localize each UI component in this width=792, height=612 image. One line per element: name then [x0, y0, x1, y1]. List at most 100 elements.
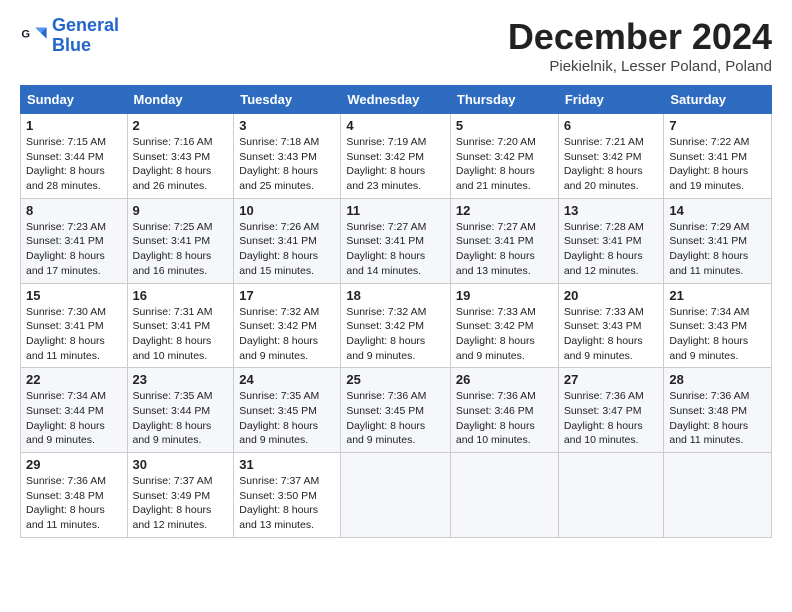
- day-detail: Sunrise: 7:16 AMSunset: 3:43 PMDaylight:…: [133, 136, 213, 192]
- calendar-cell: 16Sunrise: 7:31 AMSunset: 3:41 PMDayligh…: [127, 283, 234, 368]
- calendar-cell: 17 Sunrise: 7:32 AMSunset: 3:42 PMDayligh…: [234, 283, 341, 368]
- calendar-cell: 4 Sunrise: 7:19 AMSunset: 3:42 PMDaylight…: [341, 114, 451, 199]
- calendar-cell: 12 Sunrise: 7:27 AMSunset: 3:41 PMDayligh…: [450, 198, 558, 283]
- day-detail: Sunrise: 7:31 AMSunset: 3:41 PMDaylight:…: [133, 306, 213, 362]
- day-number: 8: [26, 203, 122, 218]
- calendar-cell: 22 Sunrise: 7:34 AMSunset: 3:44 PMDayligh…: [21, 368, 128, 453]
- calendar-week-3: 15 Sunrise: 7:30 AMSunset: 3:41 PMDayligh…: [21, 283, 772, 368]
- calendar-table: SundayMondayTuesdayWednesdayThursdayFrid…: [20, 85, 772, 538]
- calendar-cell: 23Sunrise: 7:35 AMSunset: 3:44 PMDayligh…: [127, 368, 234, 453]
- calendar-cell: 30Sunrise: 7:37 AMSunset: 3:49 PMDayligh…: [127, 453, 234, 538]
- calendar-week-4: 22 Sunrise: 7:34 AMSunset: 3:44 PMDayligh…: [21, 368, 772, 453]
- header: G General Blue December 2024 Piekielnik,…: [20, 16, 772, 75]
- calendar-cell: 3Sunrise: 7:18 AMSunset: 3:43 PMDaylight…: [234, 114, 341, 199]
- location-title: Piekielnik, Lesser Poland, Poland: [508, 58, 772, 75]
- logo-line2: Blue: [52, 36, 119, 56]
- day-detail: Sunrise: 7:28 AMSunset: 3:41 PMDaylight:…: [564, 221, 644, 277]
- day-number: 18: [346, 288, 445, 303]
- day-detail: Sunrise: 7:26 AMSunset: 3:41 PMDaylight:…: [239, 221, 319, 277]
- day-number: 9: [133, 203, 229, 218]
- calendar-header-tuesday: Tuesday: [234, 86, 341, 114]
- day-detail: Sunrise: 7:36 AMSunset: 3:48 PMDaylight:…: [669, 390, 749, 446]
- day-number: 15: [26, 288, 122, 303]
- calendar-cell: 11 Sunrise: 7:27 AMSunset: 3:41 PMDayligh…: [341, 198, 451, 283]
- day-number: 31: [239, 457, 335, 472]
- calendar-header-saturday: Saturday: [664, 86, 772, 114]
- calendar-week-2: 8Sunrise: 7:23 AMSunset: 3:41 PMDaylight…: [21, 198, 772, 283]
- month-title: December 2024: [508, 16, 772, 58]
- calendar-cell: [450, 453, 558, 538]
- day-detail: Sunrise: 7:15 AMSunset: 3:44 PMDaylight:…: [26, 136, 106, 192]
- calendar-cell: 8Sunrise: 7:23 AMSunset: 3:41 PMDaylight…: [21, 198, 128, 283]
- day-detail: Sunrise: 7:32 AMSunset: 3:42 PMDaylight:…: [239, 306, 319, 362]
- day-number: 1: [26, 118, 122, 133]
- calendar-cell: 19 Sunrise: 7:33 AMSunset: 3:42 PMDayligh…: [450, 283, 558, 368]
- calendar-cell: 14 Sunrise: 7:29 AMSunset: 3:41 PMDayligh…: [664, 198, 772, 283]
- calendar-header-wednesday: Wednesday: [341, 86, 451, 114]
- day-detail: Sunrise: 7:30 AMSunset: 3:41 PMDaylight:…: [26, 306, 106, 362]
- day-detail: Sunrise: 7:22 AMSunset: 3:41 PMDaylight:…: [669, 136, 749, 192]
- day-number: 19: [456, 288, 553, 303]
- day-number: 7: [669, 118, 766, 133]
- day-detail: Sunrise: 7:20 AMSunset: 3:42 PMDaylight:…: [456, 136, 536, 192]
- calendar-cell: 29 Sunrise: 7:36 AMSunset: 3:48 PMDayligh…: [21, 453, 128, 538]
- calendar-cell: 1 Sunrise: 7:15 AMSunset: 3:44 PMDaylight…: [21, 114, 128, 199]
- logo-line1: General: [52, 16, 119, 36]
- day-number: 22: [26, 372, 122, 387]
- day-detail: Sunrise: 7:29 AMSunset: 3:41 PMDaylight:…: [669, 221, 749, 277]
- day-detail: Sunrise: 7:27 AMSunset: 3:41 PMDaylight:…: [346, 221, 426, 277]
- day-detail: Sunrise: 7:35 AMSunset: 3:44 PMDaylight:…: [133, 390, 213, 446]
- day-number: 26: [456, 372, 553, 387]
- day-number: 29: [26, 457, 122, 472]
- day-number: 17: [239, 288, 335, 303]
- day-number: 27: [564, 372, 659, 387]
- calendar-cell: 20Sunrise: 7:33 AMSunset: 3:43 PMDayligh…: [558, 283, 664, 368]
- calendar-cell: 5 Sunrise: 7:20 AMSunset: 3:42 PMDaylight…: [450, 114, 558, 199]
- calendar-header-monday: Monday: [127, 86, 234, 114]
- calendar-cell: [341, 453, 451, 538]
- day-detail: Sunrise: 7:37 AMSunset: 3:49 PMDaylight:…: [133, 475, 213, 531]
- calendar-cell: 26Sunrise: 7:36 AMSunset: 3:46 PMDayligh…: [450, 368, 558, 453]
- calendar-cell: 24Sunrise: 7:35 AMSunset: 3:45 PMDayligh…: [234, 368, 341, 453]
- calendar-header-sunday: Sunday: [21, 86, 128, 114]
- day-detail: Sunrise: 7:19 AMSunset: 3:42 PMDaylight:…: [346, 136, 426, 192]
- day-number: 11: [346, 203, 445, 218]
- calendar-cell: 25Sunrise: 7:36 AMSunset: 3:45 PMDayligh…: [341, 368, 451, 453]
- calendar-cell: 28Sunrise: 7:36 AMSunset: 3:48 PMDayligh…: [664, 368, 772, 453]
- day-detail: Sunrise: 7:36 AMSunset: 3:45 PMDaylight:…: [346, 390, 426, 446]
- calendar-cell: 21Sunrise: 7:34 AMSunset: 3:43 PMDayligh…: [664, 283, 772, 368]
- calendar-cell: 6 Sunrise: 7:21 AMSunset: 3:42 PMDaylight…: [558, 114, 664, 199]
- calendar-cell: 2 Sunrise: 7:16 AMSunset: 3:43 PMDaylight…: [127, 114, 234, 199]
- day-detail: Sunrise: 7:36 AMSunset: 3:48 PMDaylight:…: [26, 475, 106, 531]
- calendar-cell: 10Sunrise: 7:26 AMSunset: 3:41 PMDayligh…: [234, 198, 341, 283]
- calendar-cell: [664, 453, 772, 538]
- calendar-cell: 18Sunrise: 7:32 AMSunset: 3:42 PMDayligh…: [341, 283, 451, 368]
- calendar-header-row: SundayMondayTuesdayWednesdayThursdayFrid…: [21, 86, 772, 114]
- day-detail: Sunrise: 7:27 AMSunset: 3:41 PMDaylight:…: [456, 221, 536, 277]
- day-detail: Sunrise: 7:25 AMSunset: 3:41 PMDaylight:…: [133, 221, 213, 277]
- day-detail: Sunrise: 7:37 AMSunset: 3:50 PMDaylight:…: [239, 475, 319, 531]
- day-detail: Sunrise: 7:34 AMSunset: 3:44 PMDaylight:…: [26, 390, 106, 446]
- calendar-cell: 9 Sunrise: 7:25 AMSunset: 3:41 PMDaylight…: [127, 198, 234, 283]
- title-area: December 2024 Piekielnik, Lesser Poland,…: [508, 16, 772, 75]
- day-number: 6: [564, 118, 659, 133]
- day-number: 3: [239, 118, 335, 133]
- calendar-week-1: 1 Sunrise: 7:15 AMSunset: 3:44 PMDaylight…: [21, 114, 772, 199]
- day-detail: Sunrise: 7:33 AMSunset: 3:42 PMDaylight:…: [456, 306, 536, 362]
- calendar-cell: 7 Sunrise: 7:22 AMSunset: 3:41 PMDaylight…: [664, 114, 772, 199]
- calendar-body: 1 Sunrise: 7:15 AMSunset: 3:44 PMDaylight…: [21, 114, 772, 538]
- day-number: 4: [346, 118, 445, 133]
- day-detail: Sunrise: 7:21 AMSunset: 3:42 PMDaylight:…: [564, 136, 644, 192]
- calendar-header-friday: Friday: [558, 86, 664, 114]
- day-number: 14: [669, 203, 766, 218]
- day-number: 2: [133, 118, 229, 133]
- calendar-cell: [558, 453, 664, 538]
- logo-icon: G: [20, 22, 48, 50]
- day-number: 13: [564, 203, 659, 218]
- calendar-cell: 31 Sunrise: 7:37 AMSunset: 3:50 PMDayligh…: [234, 453, 341, 538]
- calendar-cell: 13 Sunrise: 7:28 AMSunset: 3:41 PMDayligh…: [558, 198, 664, 283]
- day-number: 21: [669, 288, 766, 303]
- day-number: 5: [456, 118, 553, 133]
- day-number: 12: [456, 203, 553, 218]
- day-detail: Sunrise: 7:35 AMSunset: 3:45 PMDaylight:…: [239, 390, 319, 446]
